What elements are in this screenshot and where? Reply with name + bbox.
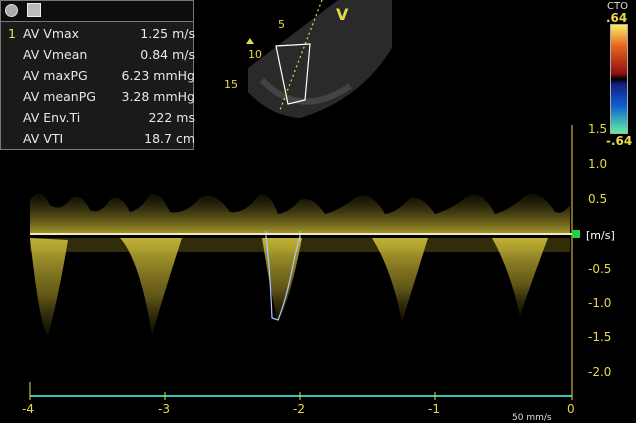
velocity-tick: 0.5 [588,192,608,206]
time-tick: -4 [22,402,34,416]
measurement-row-maxpg[interactable]: AV maxPG 6.23 mmHg [1,65,195,86]
measurement-row-vti[interactable]: AV VTI 18.7 cm [1,128,195,149]
measurement-value: 3.28 mmHg [121,89,196,104]
time-axis-line [29,382,573,400]
measurement-label: AV Env.Ti [23,110,81,125]
probe-orientation-label: V [336,5,349,24]
measurement-label: AV Vmean [23,47,88,62]
depth-mark: 5 [278,18,285,31]
depth-mark: 15 [224,78,238,91]
measurement-label: AV meanPG [23,89,96,104]
time-tick: -1 [428,402,440,416]
measurement-value: 18.7 cm [144,131,195,146]
measurement-row-envti[interactable]: AV Env.Ti 222 ms [1,107,195,128]
time-tick: 0 [567,402,575,416]
measurement-row-meanpg[interactable]: AV meanPG 3.28 mmHg [1,86,195,107]
velocity-tick: -0.5 [588,262,612,276]
measurement-label: AV Vmax [23,26,80,41]
velocity-unit: [m/s] [586,229,615,242]
color-scale-bar [610,24,628,134]
measurement-panel: 1 AV Vmax 1.25 m/s AV Vmean 0.84 m/s AV … [0,0,195,150]
depth-mark: 10 [248,48,262,61]
velocity-tick: 1.0 [588,157,608,171]
measurement-label: AV maxPG [23,68,88,83]
measurement-row-vmax[interactable]: 1 AV Vmax 1.25 m/s [1,23,195,44]
velocity-tick: 1.5 [588,122,608,136]
measurement-label: AV VTI [23,131,64,146]
color-scale-max: .64 [606,11,628,25]
cursor-icon[interactable] [27,3,41,17]
measurement-value: 0.84 m/s [140,47,195,62]
time-tick: -3 [158,402,170,416]
velocity-tick: -1.5 [588,330,612,344]
record-icon[interactable] [5,4,18,17]
measurement-value: 222 ms [148,110,195,125]
measurement-panel-titlebar [1,1,193,22]
spectrum-lower-band [30,238,570,335]
depth-marker-icon [246,38,254,44]
velocity-tick: -1.0 [588,296,612,310]
measurement-value: 1.25 m/s [140,26,195,41]
spectrum-upper-band [30,193,570,234]
measurement-value: 6.23 mmHg [121,68,196,83]
velocity-tick: -2.0 [588,365,612,379]
sector-image [246,0,392,118]
baseline-handle[interactable] [572,230,580,238]
color-scale-min: -.64 [606,134,633,148]
measurement-row-vmean[interactable]: AV Vmean 0.84 m/s [1,44,195,65]
measurement-index: 1 [8,26,16,41]
time-tick: -2 [293,402,305,416]
